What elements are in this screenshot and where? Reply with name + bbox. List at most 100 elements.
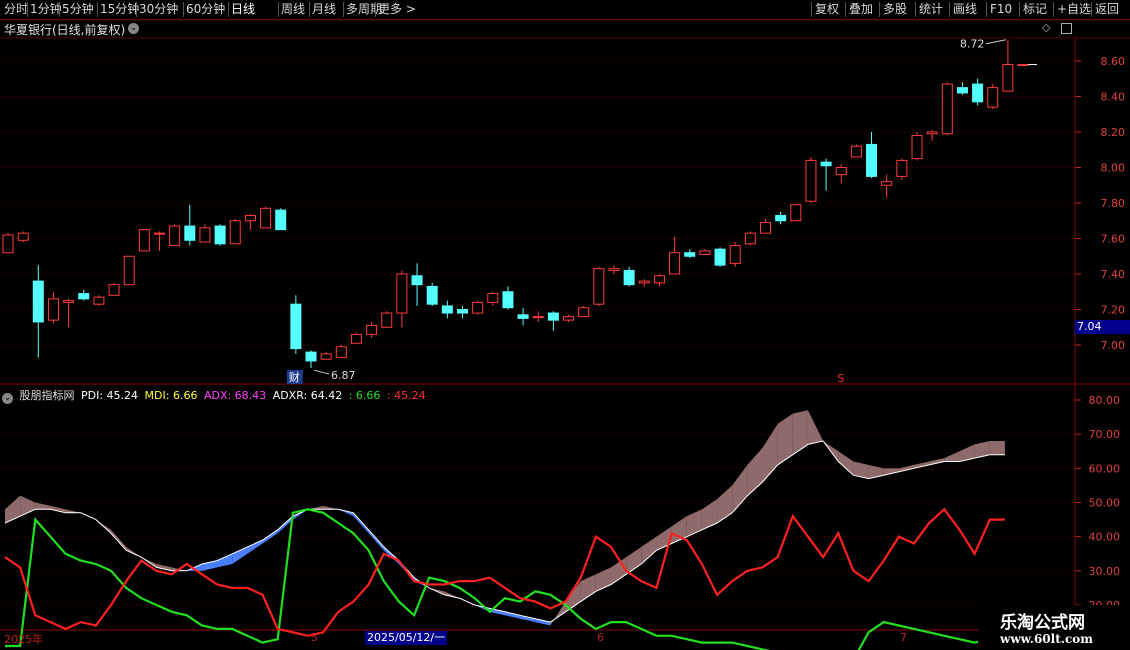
period-tab-9[interactable]: 多周期 (346, 1, 382, 18)
period-tab-7[interactable]: 周线 (281, 1, 305, 18)
adx-band-segment (126, 546, 142, 558)
candle-body (457, 309, 468, 314)
low-price-label: 6.87 (331, 369, 356, 382)
candle-body (729, 245, 741, 264)
candle-body (123, 255, 135, 286)
adx-band-segment (444, 591, 460, 599)
adx-band-segment (701, 499, 718, 530)
toolbar-separator (183, 2, 184, 17)
price-tick-label: 8.60 (1101, 55, 1126, 68)
pdi-label: PDI: 45.24 (81, 389, 139, 402)
candle-body (563, 316, 575, 321)
high-price-label: 8.72 (960, 38, 985, 51)
period-tab-6[interactable]: 日线 (231, 1, 255, 18)
diamond-icon[interactable]: ◇ (1042, 21, 1050, 34)
watermark-title: 乐淘公式网 (1000, 613, 1085, 633)
candle-body (911, 135, 923, 160)
toolbar-button-8[interactable]: 返回 (1095, 1, 1119, 18)
candle-body (593, 268, 605, 305)
candle-body (623, 269, 635, 286)
candle-body (335, 346, 347, 358)
adx-band-segment (626, 546, 642, 575)
period-tab-10[interactable]: 更多 > (378, 1, 416, 18)
candle-body (714, 248, 726, 266)
period-tab-2[interactable]: 5分钟 (62, 1, 94, 18)
candle-body (229, 220, 241, 245)
candle-body (214, 225, 226, 245)
pdi-value-label: : 45.24 (386, 389, 426, 402)
toolbar-button-5[interactable]: F10 (990, 1, 1012, 18)
s-marker: S (837, 372, 844, 385)
pdi-line (4, 507, 1005, 637)
period-tab-0[interactable]: 分时 (4, 1, 28, 18)
watermark-url: www.60lt.com (1000, 632, 1093, 646)
toolbar-button-0[interactable]: 复权 (815, 1, 839, 18)
toolbar-button-4[interactable]: 画线 (953, 1, 977, 18)
candle-body (941, 83, 953, 135)
candle-body (517, 314, 529, 319)
candle-body (653, 275, 665, 284)
period-tab-3[interactable]: 15分钟 (100, 1, 139, 18)
candle-body (760, 222, 771, 234)
low-arrow-line (313, 369, 330, 375)
toolbar-separator (879, 2, 880, 17)
candle-body (290, 303, 302, 350)
adx-band-segment (732, 464, 748, 513)
candlestick-series (2, 39, 1029, 369)
adx-band-segment (580, 574, 596, 602)
period-tab-1[interactable]: 1分钟 (30, 1, 62, 18)
price-tick-label: 7.20 (1101, 304, 1126, 317)
stock-menu-icon[interactable]: ⌄ (128, 23, 139, 34)
candle-body (699, 250, 711, 255)
toolbar-separator (811, 2, 812, 17)
candle-body (411, 275, 423, 286)
adx-band-segment (65, 509, 81, 513)
toolbar-button-2[interactable]: 多股 (883, 1, 907, 18)
toolbar-separator (27, 2, 28, 17)
adx-band-segment (35, 502, 51, 510)
current-date-label: 2025/05/12/一 (365, 631, 448, 645)
candle-body (775, 214, 787, 222)
period-toolbar: 分时 1分钟 5分钟 15分钟 30分钟 60分钟 日线 周线 月线 多周期 更多 > 复权 叠加 多股统… (0, 0, 1130, 20)
price-tick-label: 8.40 (1101, 91, 1126, 104)
candle-body (820, 161, 832, 167)
candle-body (441, 305, 453, 314)
toolbar-separator (136, 2, 137, 17)
stock-title: 华夏银行(日线,前复权) (4, 23, 126, 37)
period-tab-8[interactable]: 月线 (312, 1, 336, 18)
toolbar-button-7[interactable]: +自选 (1057, 1, 1091, 18)
adx-band-segment (5, 495, 21, 523)
candle-body (199, 227, 211, 243)
candle-body (305, 351, 317, 362)
dmi-indicator-series (4, 410, 1006, 650)
toolbar-button-6[interactable]: 标记 (1023, 1, 1047, 18)
toolbar-button-3[interactable]: 统计 (919, 1, 943, 18)
period-tab-4[interactable]: 30分钟 (139, 1, 178, 18)
candle-body (260, 207, 272, 229)
chart-title-bar: 华夏银行(日线,前复权) ⌄ ◇ (0, 20, 1075, 38)
period-tab-5[interactable]: 60分钟 (186, 1, 225, 18)
candle-body (669, 252, 681, 275)
adx-band-segment (944, 451, 960, 462)
adx-label: ADX: 68.43 (203, 389, 267, 402)
toolbar-separator (949, 2, 950, 17)
price-tick-label: 7.00 (1101, 339, 1126, 352)
candle-body (502, 291, 514, 309)
candle-body (972, 83, 984, 103)
candle-body (275, 209, 287, 231)
candle-body (987, 87, 999, 108)
candle-body (396, 273, 408, 314)
toolbar-separator (228, 2, 229, 17)
candle-body (320, 353, 332, 360)
candle-body (881, 181, 893, 186)
toolbar-button-1[interactable]: 叠加 (849, 1, 873, 18)
adx-band-segment (777, 413, 793, 465)
cai-badge: 财 (289, 370, 300, 384)
toolbar-separator (1019, 2, 1020, 17)
chart-canvas[interactable]: 8.60 8.40 8.20 8.00 7.80 7.60 7.40 7.20 7.00 80.0… (0, 0, 1130, 650)
window-toggle-icon[interactable] (1061, 23, 1072, 34)
indicator-menu-icon[interactable]: ⌄ (2, 393, 13, 404)
mdi-label: MDI: 6.66 (144, 389, 198, 402)
indicator-tick-label: 50.00 (1089, 497, 1121, 510)
adx-band-segment (247, 540, 263, 554)
